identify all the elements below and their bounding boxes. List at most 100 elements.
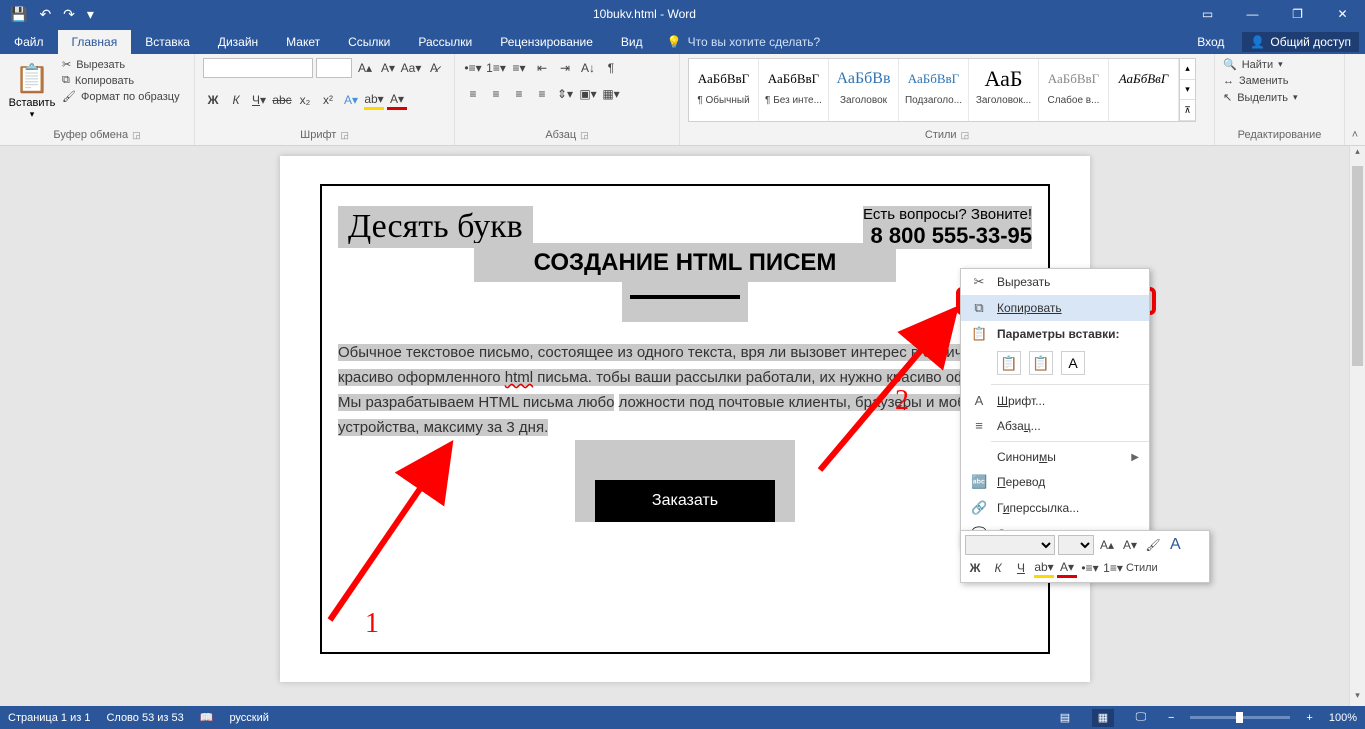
tab-home[interactable]: Главная bbox=[58, 30, 132, 54]
tell-me[interactable]: 💡 Что вы хотите сделать? bbox=[657, 30, 831, 54]
change-case-icon[interactable]: Aa▾ bbox=[401, 58, 421, 78]
restore-icon[interactable]: ❐ bbox=[1275, 0, 1320, 28]
ctx-hyperlink[interactable]: 🔗Гиперссылка... bbox=[961, 495, 1149, 521]
styles-launcher-icon[interactable]: ◲ bbox=[961, 130, 970, 141]
ribbon-display-icon[interactable]: ▭ bbox=[1185, 0, 1230, 28]
close-icon[interactable]: ✕ bbox=[1320, 0, 1365, 28]
style-title[interactable]: АаБЗаголовок... bbox=[969, 59, 1039, 121]
shading-icon[interactable]: ▣▾ bbox=[578, 84, 598, 104]
ctx-synonyms[interactable]: Синонимы▶ bbox=[961, 445, 1149, 469]
paste-button[interactable]: 📋 Вставить ▾ bbox=[8, 58, 56, 120]
mini-shrink-font-icon[interactable]: A▾ bbox=[1120, 535, 1140, 555]
underline-icon[interactable]: Ч▾ bbox=[249, 90, 269, 110]
save-icon[interactable]: 💾 bbox=[10, 6, 27, 23]
style-heading2[interactable]: АаБбВвГПодзаголо... bbox=[899, 59, 969, 121]
bullets-icon[interactable]: •≡▾ bbox=[463, 58, 483, 78]
paste-merge-icon[interactable]: 📋 bbox=[1029, 351, 1053, 375]
mini-font-color-icon[interactable]: A▾ bbox=[1057, 558, 1077, 578]
select-button[interactable]: ↖Выделить▾ bbox=[1223, 91, 1298, 104]
styles-expand-icon[interactable]: ⊼ bbox=[1180, 100, 1195, 121]
mini-grow-font-icon[interactable]: A▴ bbox=[1097, 535, 1117, 555]
borders-icon[interactable]: ▦▾ bbox=[601, 84, 621, 104]
signin-button[interactable]: Вход bbox=[1183, 30, 1238, 54]
redo-icon[interactable]: ↷ bbox=[63, 6, 75, 23]
zoom-slider[interactable] bbox=[1190, 716, 1290, 719]
tab-mailings[interactable]: Рассылки bbox=[404, 30, 486, 54]
clear-formatting-icon[interactable]: A̷ bbox=[424, 58, 444, 78]
align-left-icon[interactable]: ≡ bbox=[463, 84, 483, 104]
highlight-icon[interactable]: ab▾ bbox=[364, 90, 384, 110]
shrink-font-icon[interactable]: A▾ bbox=[378, 58, 398, 78]
ctx-translate[interactable]: 🔤Перевод bbox=[961, 469, 1149, 495]
cut-button[interactable]: ✂Вырезать bbox=[62, 58, 180, 71]
line-spacing-icon[interactable]: ⇕▾ bbox=[555, 84, 575, 104]
copy-button[interactable]: ⧉Копировать bbox=[62, 74, 180, 87]
tab-review[interactable]: Рецензирование bbox=[486, 30, 607, 54]
clipboard-launcher-icon[interactable]: ◲ bbox=[132, 130, 141, 141]
scrollbar-thumb[interactable] bbox=[1352, 166, 1363, 366]
spellcheck-icon[interactable]: 📖 bbox=[200, 711, 214, 724]
text-effects-icon[interactable]: A▾ bbox=[341, 90, 361, 110]
status-words[interactable]: Слово 53 из 53 bbox=[106, 712, 183, 724]
font-name-combo[interactable] bbox=[203, 58, 313, 78]
web-layout-icon[interactable]: 🖵 bbox=[1130, 709, 1152, 727]
qat-more-icon[interactable]: ▾ bbox=[87, 6, 94, 23]
ctx-paragraph[interactable]: ≡Абзац... bbox=[961, 413, 1149, 438]
status-page[interactable]: Страница 1 из 1 bbox=[8, 712, 90, 724]
numbering-icon[interactable]: 1≡▾ bbox=[486, 58, 506, 78]
styles-scroll-up-icon[interactable]: ▴ bbox=[1180, 59, 1195, 80]
print-layout-icon[interactable]: ▦ bbox=[1092, 709, 1114, 727]
ctx-font[interactable]: AШрифт... bbox=[961, 388, 1149, 413]
tab-view[interactable]: Вид bbox=[607, 30, 657, 54]
multilevel-icon[interactable]: ≡▾ bbox=[509, 58, 529, 78]
subscript-icon[interactable]: x₂ bbox=[295, 90, 315, 110]
share-button[interactable]: 👤 Общий доступ bbox=[1242, 32, 1359, 52]
mini-bullets-icon[interactable]: •≡▾ bbox=[1080, 558, 1100, 578]
paste-keep-source-icon[interactable]: 📋 bbox=[997, 351, 1021, 375]
mini-size-combo[interactable] bbox=[1058, 535, 1094, 555]
scroll-up-icon[interactable]: ▴ bbox=[1350, 146, 1365, 162]
mini-styles-label[interactable]: Стили bbox=[1126, 558, 1158, 578]
undo-icon[interactable]: ↶ bbox=[39, 6, 51, 23]
document-area[interactable]: Десять букв Есть вопросы? Звоните! 8 800… bbox=[0, 146, 1365, 706]
read-mode-icon[interactable]: ▤ bbox=[1054, 709, 1076, 727]
find-button[interactable]: 🔍Найти▾ bbox=[1223, 58, 1298, 71]
mini-font-combo[interactable] bbox=[965, 535, 1055, 555]
tab-file[interactable]: Файл bbox=[0, 30, 58, 54]
tab-layout[interactable]: Макет bbox=[272, 30, 334, 54]
font-launcher-icon[interactable]: ◲ bbox=[340, 130, 349, 141]
style-heading1[interactable]: АаБбВвЗаголовок bbox=[829, 59, 899, 121]
paragraph-launcher-icon[interactable]: ◲ bbox=[580, 130, 589, 141]
minimize-icon[interactable]: — bbox=[1230, 0, 1275, 28]
style-normal[interactable]: АаБбВвГ¶ Обычный bbox=[689, 59, 759, 121]
font-size-combo[interactable] bbox=[316, 58, 352, 78]
style-no-spacing[interactable]: АаБбВвГ¶ Без инте... bbox=[759, 59, 829, 121]
paste-text-only-icon[interactable]: A bbox=[1061, 351, 1085, 375]
replace-button[interactable]: ↔Заменить bbox=[1223, 75, 1298, 87]
cta-button[interactable]: Заказать bbox=[595, 480, 775, 522]
tab-references[interactable]: Ссылки bbox=[334, 30, 404, 54]
styles-scroll-down-icon[interactable]: ▾ bbox=[1180, 80, 1195, 101]
bold-icon[interactable]: Ж bbox=[203, 90, 223, 110]
vertical-scrollbar[interactable]: ▴ ▾ bbox=[1349, 146, 1365, 706]
status-language[interactable]: русский bbox=[229, 712, 268, 724]
format-painter-button[interactable]: 🖌Формат по образцу bbox=[62, 90, 180, 103]
mini-italic-icon[interactable]: К bbox=[988, 558, 1008, 578]
outdent-icon[interactable]: ⇤ bbox=[532, 58, 552, 78]
style-emphasis[interactable]: АаБбВвГ bbox=[1109, 59, 1179, 121]
indent-icon[interactable]: ⇥ bbox=[555, 58, 575, 78]
align-right-icon[interactable]: ≡ bbox=[509, 84, 529, 104]
zoom-in-icon[interactable]: + bbox=[1306, 712, 1312, 724]
mini-underline-icon[interactable]: Ч bbox=[1011, 558, 1031, 578]
tab-insert[interactable]: Вставка bbox=[131, 30, 204, 54]
mini-highlight-icon[interactable]: ab▾ bbox=[1034, 558, 1054, 578]
tab-design[interactable]: Дизайн bbox=[204, 30, 272, 54]
align-center-icon[interactable]: ≡ bbox=[486, 84, 506, 104]
ctx-cut[interactable]: ✂Вырезать bbox=[961, 269, 1149, 295]
superscript-icon[interactable]: x² bbox=[318, 90, 338, 110]
sort-icon[interactable]: A↓ bbox=[578, 58, 598, 78]
styles-gallery[interactable]: АаБбВвГ¶ Обычный АаБбВвГ¶ Без инте... Аа… bbox=[688, 58, 1196, 122]
mini-styles-button[interactable]: A bbox=[1166, 535, 1185, 555]
strikethrough-icon[interactable]: abc bbox=[272, 90, 292, 110]
grow-font-icon[interactable]: A▴ bbox=[355, 58, 375, 78]
